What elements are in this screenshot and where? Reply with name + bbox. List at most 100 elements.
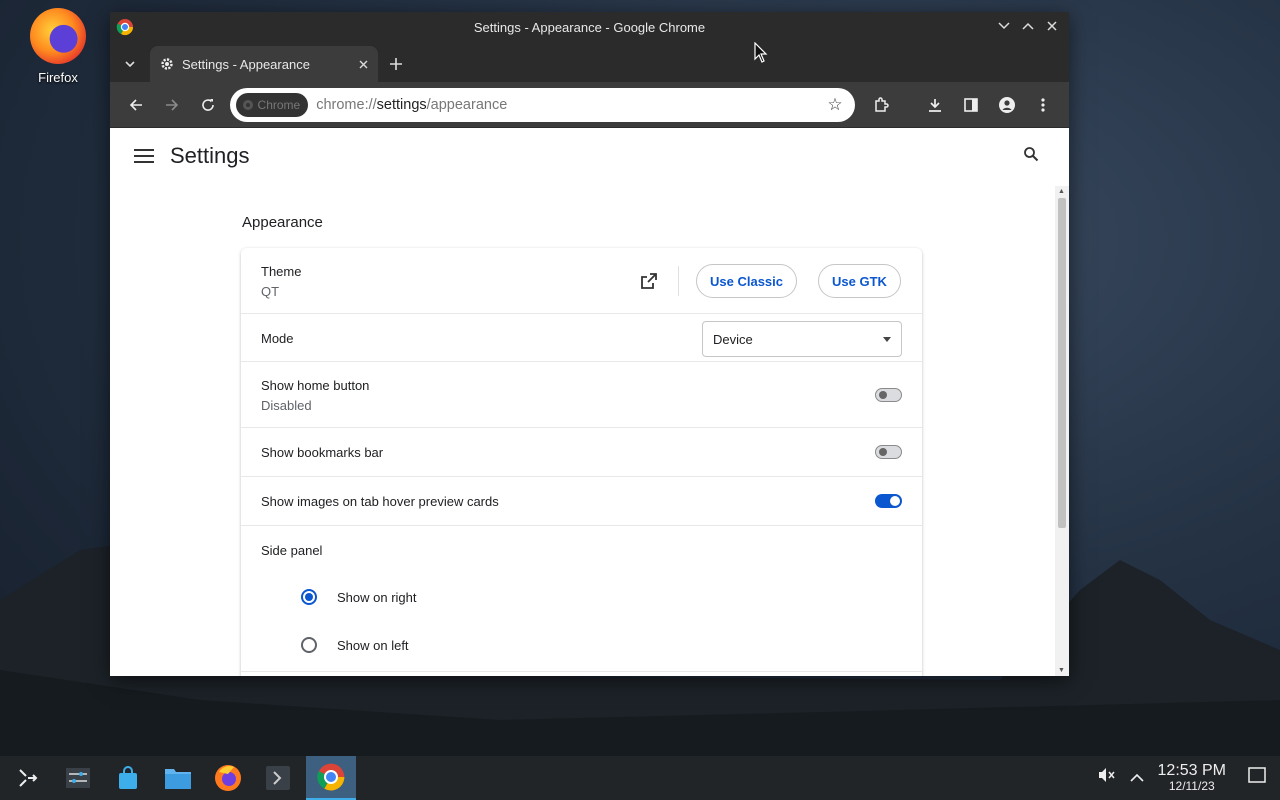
use-classic-button[interactable]: Use Classic (696, 264, 797, 298)
back-button[interactable] (118, 87, 154, 123)
reload-icon (201, 98, 214, 111)
theme-row: Theme QT Use Classic Use GTK (241, 248, 922, 314)
side-panel-icon (964, 97, 978, 112)
radio-show-on-left[interactable] (301, 637, 317, 653)
close-tab-button[interactable] (359, 57, 368, 72)
hamburger-menu-icon[interactable] (134, 149, 154, 163)
dropdown-caret-icon (883, 336, 891, 342)
theme-value: QT (261, 284, 280, 299)
terminal-button[interactable] (256, 756, 300, 800)
maximize-button[interactable] (1019, 17, 1037, 35)
profile-button[interactable] (989, 87, 1025, 123)
home-button-toggle[interactable] (875, 388, 902, 402)
search-icon[interactable] (1023, 146, 1039, 167)
file-manager-button[interactable] (156, 756, 200, 800)
browser-toolbar: Chrome chrome://settings/appearance ☆ (110, 82, 1069, 128)
reload-button[interactable] (190, 87, 226, 123)
tab-title: Settings - Appearance (182, 56, 310, 72)
settings-header: Settings (110, 128, 1069, 184)
downloads-button[interactable] (917, 87, 953, 123)
arrow-left-icon (129, 98, 142, 111)
firefox-taskbar-button[interactable] (206, 756, 250, 800)
bookmarks-bar-label: Show bookmarks bar (261, 445, 384, 460)
folder-icon (165, 769, 191, 789)
window-titlebar[interactable]: Settings - Appearance - Google Chrome (110, 12, 1069, 42)
settings-page: Settings Appearance Theme QT Use Classic… (110, 128, 1069, 676)
window-title: Settings - Appearance - Google Chrome (473, 19, 706, 35)
digital-clock[interactable]: 12:53 PM 12/11/23 (1157, 762, 1226, 792)
section-title: Appearance (242, 214, 323, 231)
show-desktop-icon[interactable] (1248, 767, 1266, 788)
desktop-icon-firefox[interactable]: Firefox (22, 8, 94, 85)
firefox-icon (30, 8, 86, 64)
bookmark-star-icon[interactable]: ☆ (821, 95, 849, 115)
app-launcher-button[interactable] (6, 756, 50, 800)
home-button-status: Disabled (261, 398, 312, 413)
bookmarks-bar-toggle[interactable] (875, 445, 902, 459)
chrome-window: Settings - Appearance - Google Chrome Se… (110, 12, 1069, 676)
hover-images-toggle[interactable] (875, 494, 902, 508)
mode-select[interactable]: Device (702, 321, 902, 357)
hover-images-row[interactable]: Show images on tab hover preview cards (241, 477, 922, 526)
download-icon (929, 98, 941, 112)
system-tray: 12:53 PM 12/11/23 (1098, 762, 1280, 792)
arrow-right-icon (165, 98, 178, 111)
address-bar[interactable]: Chrome chrome://settings/appearance ☆ (229, 87, 855, 122)
radio-show-on-right[interactable] (301, 589, 317, 605)
chevron-down-icon (125, 60, 135, 67)
puzzle-icon (875, 96, 889, 112)
taskbar: 12:53 PM 12/11/23 (0, 756, 1280, 800)
chrome-logo-icon (116, 18, 134, 39)
bookmarks-bar-row[interactable]: Show bookmarks bar (241, 428, 922, 477)
mouse-cursor-icon (754, 42, 768, 63)
side-panel-label: Side panel (261, 543, 323, 558)
tray-expand-icon[interactable] (1129, 769, 1144, 787)
url-text[interactable]: chrome://settings/appearance (316, 97, 813, 113)
url-scheme: chrome:// (316, 96, 377, 113)
close-window-button[interactable] (1043, 17, 1061, 35)
divider (678, 266, 679, 296)
scroll-up-arrow-icon[interactable]: ▲ (1058, 188, 1065, 195)
mode-row: Mode Device (241, 314, 922, 362)
mode-label: Mode (261, 331, 294, 346)
page-title: Settings (170, 143, 250, 168)
scroll-down-arrow-icon[interactable]: ▼ (1058, 667, 1065, 674)
side-panel-row: Side panel Show on right Show on left (241, 526, 922, 672)
extensions-button[interactable] (863, 87, 899, 123)
use-gtk-button[interactable]: Use GTK (818, 264, 901, 298)
discover-store-button[interactable] (106, 756, 150, 800)
chrome-icon (317, 763, 345, 791)
site-info-chip[interactable]: Chrome (235, 92, 309, 117)
more-vert-icon (1041, 97, 1045, 112)
scrollbar-thumb[interactable] (1058, 198, 1066, 528)
volume-muted-icon[interactable] (1098, 767, 1116, 788)
menu-button[interactable] (1025, 87, 1061, 123)
chrome-taskbar-button[interactable] (306, 756, 356, 800)
store-bag-icon (119, 766, 137, 789)
avatar-icon (999, 96, 1015, 113)
new-tab-button[interactable] (378, 46, 414, 82)
mode-select-value: Device (713, 331, 753, 347)
firefox-icon (215, 765, 241, 791)
url-path: /appearance (426, 96, 508, 113)
site-chip-label: Chrome (257, 97, 301, 112)
tab-settings[interactable]: Settings - Appearance (150, 46, 378, 82)
open-external-icon[interactable] (641, 273, 657, 294)
close-icon (359, 60, 368, 68)
side-panel-button[interactable] (953, 87, 989, 123)
radio-label-left[interactable]: Show on left (337, 638, 409, 653)
appearance-card: Theme QT Use Classic Use GTK Mode Device (241, 248, 922, 676)
desktop-icon-label: Firefox (38, 70, 78, 85)
tab-search-button[interactable] (110, 46, 150, 82)
radio-label-right[interactable]: Show on right (337, 590, 417, 605)
page-scrollbar[interactable]: ▲ ▼ (1055, 186, 1069, 676)
home-button-row[interactable]: Show home button Disabled (241, 362, 922, 428)
tab-strip: Settings - Appearance (110, 42, 1069, 82)
sliders-icon (66, 768, 90, 788)
hover-images-label: Show images on tab hover preview cards (261, 494, 499, 509)
plus-icon (390, 58, 402, 70)
minimize-button[interactable] (995, 17, 1013, 35)
clock-time: 12:53 PM (1157, 762, 1226, 780)
forward-button[interactable] (154, 87, 190, 123)
task-manager-button[interactable] (56, 756, 100, 800)
